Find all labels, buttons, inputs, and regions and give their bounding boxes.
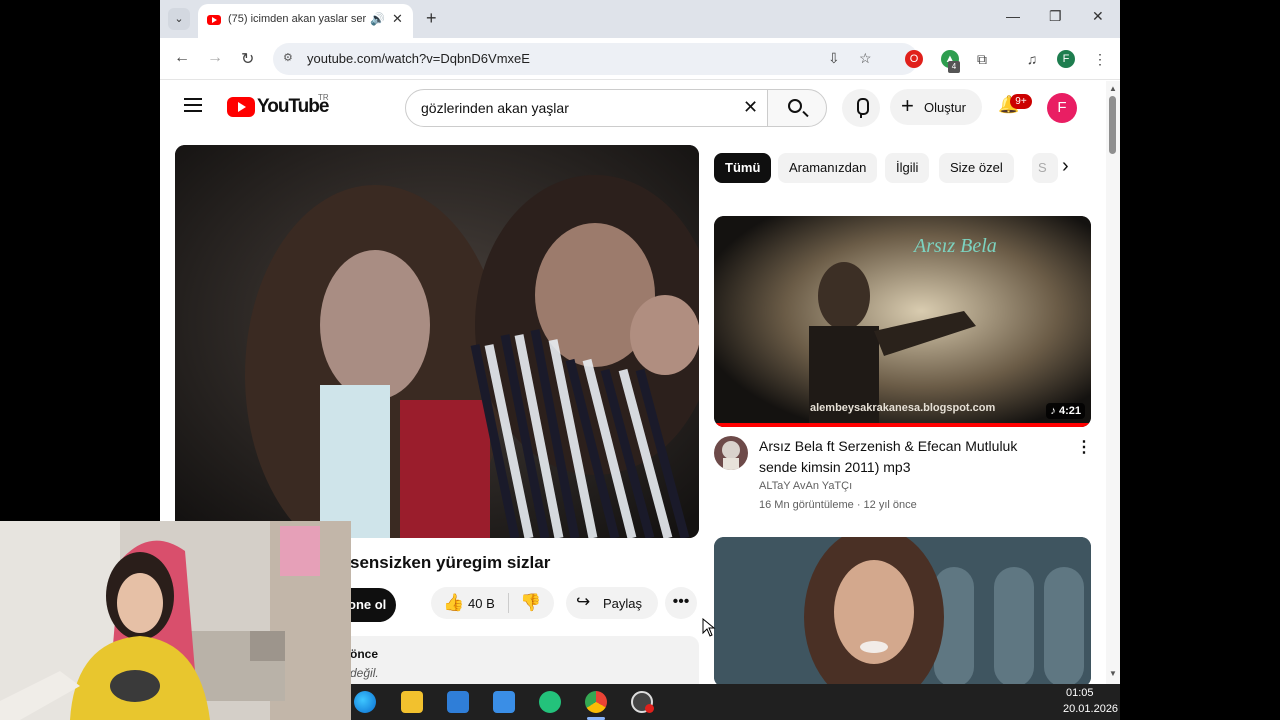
edge-icon[interactable] xyxy=(354,691,376,713)
related-channel-name[interactable]: ALTaY AvAn YaTÇı xyxy=(759,480,852,492)
related-video-title[interactable]: Arsız Bela ft Serzenish & Efecan Mutlulu… xyxy=(759,436,1059,478)
watched-progress-bar xyxy=(714,423,1091,427)
back-icon[interactable]: ← xyxy=(174,49,190,67)
thumb-overlay-title: Arsız Bela xyxy=(912,235,997,257)
file-explorer-icon[interactable] xyxy=(401,691,423,713)
video-frame-image xyxy=(175,145,699,538)
chip-from-search[interactable]: Aramanızdan xyxy=(778,153,878,183)
tab-search-button[interactable]: ⌄ xyxy=(168,8,190,30)
dislike-icon[interactable]: 👎 xyxy=(520,593,541,613)
url-text: youtube.com/watch?v=DqbnD6VmxeE xyxy=(307,51,530,66)
restore-icon[interactable]: ❐ xyxy=(1049,8,1062,25)
new-tab-button[interactable]: + xyxy=(426,8,437,29)
filter-chips: Tümü Aramanızdan İlgili Size özel S › xyxy=(714,153,1094,183)
tab-title: (75) icimden akan yaslar ser xyxy=(228,13,367,25)
thumbnail-image: Arsız Bela alembeysakrakanesa.blogspot.c… xyxy=(714,216,1091,427)
extensions-puzzle-icon[interactable]: ⧉ xyxy=(973,50,991,68)
create-label: Oluştur xyxy=(924,100,966,115)
video-player[interactable] xyxy=(175,145,699,538)
notifications-badge: 9+ xyxy=(1010,94,1032,109)
create-button[interactable]: + Oluştur xyxy=(890,89,982,125)
related-more-icon[interactable]: ⋮ xyxy=(1076,437,1092,457)
install-app-icon[interactable]: ⇩ xyxy=(828,50,840,67)
share-button[interactable]: ↪ Paylaş xyxy=(566,587,658,619)
tab-strip: ⌄ (75) icimden akan yaslar ser 🔊 ✕ + — ❐… xyxy=(160,0,1120,38)
search-query: gözlerinden akan yaşlar xyxy=(421,100,569,116)
mail-icon[interactable] xyxy=(493,691,515,713)
description-line-2: değil. xyxy=(350,666,379,680)
scrollbar-thumb[interactable] xyxy=(1109,96,1116,154)
clock-time[interactable]: 01:05 xyxy=(1066,687,1094,699)
opera-extension-icon[interactable]: O xyxy=(905,50,923,68)
search-button[interactable] xyxy=(767,89,827,127)
search-input[interactable]: gözlerinden akan yaşlar ✕ xyxy=(405,89,768,127)
site-info-icon[interactable]: ⚙ xyxy=(283,51,297,65)
microsoft-store-icon[interactable] xyxy=(447,691,469,713)
channel-avatar[interactable] xyxy=(714,436,748,470)
scroll-up-icon[interactable]: ▲ xyxy=(1109,84,1117,93)
related-video-meta: 16 Mn görüntüleme · 12 yıl önce xyxy=(759,499,917,511)
media-control-icon[interactable]: ♫ xyxy=(1023,50,1041,68)
window-close-icon[interactable]: ✕ xyxy=(1092,8,1104,25)
duration-badge: ♪ 4:21 xyxy=(1046,403,1085,419)
related-thumbnail[interactable]: Arsız Bela alembeysakrakanesa.blogspot.c… xyxy=(714,216,1091,427)
more-actions-button[interactable]: ••• xyxy=(665,587,697,619)
thumb-watermark: alembeysakrakanesa.blogspot.com xyxy=(810,402,995,414)
menu-kebab-icon[interactable]: ⋮ xyxy=(1091,50,1109,68)
address-bar[interactable]: ⚙ youtube.com/watch?v=DqbnD6VmxeE ⇩ ☆ xyxy=(273,43,918,75)
divider xyxy=(508,593,509,613)
chip-all[interactable]: Tümü xyxy=(714,153,772,183)
close-icon[interactable]: ✕ xyxy=(392,11,403,27)
page-scrollbar[interactable]: ▲ ▼ xyxy=(1106,81,1120,684)
thumbnail-image-2 xyxy=(714,537,1091,684)
chip-for-you[interactable]: Size özel xyxy=(939,153,1014,183)
chip-related[interactable]: İlgili xyxy=(885,153,930,183)
clear-search-icon[interactable]: ✕ xyxy=(743,97,758,118)
share-icon: ↪ xyxy=(576,592,591,611)
webcam-overlay xyxy=(0,521,351,720)
minimize-icon[interactable]: — xyxy=(1006,8,1020,24)
hamburger-menu-icon[interactable] xyxy=(184,98,202,112)
youtube-logo-icon[interactable] xyxy=(227,97,255,117)
tab-youtube[interactable]: (75) icimden akan yaslar ser 🔊 ✕ xyxy=(198,4,413,38)
recording-dot-icon xyxy=(645,704,654,713)
speaker-icon[interactable]: 🔊 xyxy=(370,12,385,26)
share-label: Paylaş xyxy=(603,596,643,611)
reload-icon[interactable]: ↻ xyxy=(241,49,254,69)
description-box[interactable]: önce değil. xyxy=(340,636,699,684)
app-green-icon[interactable] xyxy=(539,691,561,713)
mouse-cursor-icon xyxy=(702,618,716,637)
description-line-1: önce xyxy=(350,647,379,661)
plus-icon: + xyxy=(901,93,914,118)
like-dislike-group: 👍 40 B 👎 xyxy=(431,587,554,619)
clock-date[interactable]: 20.01.2026 xyxy=(1063,703,1118,715)
region-code: TR xyxy=(318,93,329,102)
browser-toolbar: ← → ↻ ⚙ youtube.com/watch?v=DqbnD6VmxeE … xyxy=(160,38,1120,80)
related-thumbnail-2[interactable] xyxy=(714,537,1091,684)
like-icon[interactable]: 👍 xyxy=(443,593,464,613)
forward-icon[interactable]: → xyxy=(207,49,223,67)
chevron-right-icon[interactable]: › xyxy=(1062,155,1069,178)
extension-badge: 4 xyxy=(948,61,960,73)
channel-avatar-image xyxy=(722,441,740,470)
voice-search-mic-icon[interactable] xyxy=(842,89,880,127)
webcam-image xyxy=(0,521,351,720)
bookmark-star-icon[interactable]: ☆ xyxy=(859,50,872,67)
profile-avatar[interactable]: F xyxy=(1057,50,1075,68)
video-title: sensizken yüregim sizlar xyxy=(350,553,551,572)
desktop: ⌄ (75) icimden akan yaslar ser 🔊 ✕ + — ❐… xyxy=(0,0,1280,720)
windows-taskbar: 01:05 20.01.2026 xyxy=(351,684,1120,720)
duration-text: 4:21 xyxy=(1058,405,1081,417)
search-icon xyxy=(788,99,802,113)
like-count[interactable]: 40 B xyxy=(468,596,495,611)
scroll-down-icon[interactable]: ▼ xyxy=(1109,669,1117,678)
account-avatar[interactable]: F xyxy=(1047,93,1077,123)
chip-truncated[interactable]: S xyxy=(1032,153,1058,183)
youtube-favicon-icon xyxy=(207,15,221,25)
chrome-icon[interactable] xyxy=(585,691,607,713)
